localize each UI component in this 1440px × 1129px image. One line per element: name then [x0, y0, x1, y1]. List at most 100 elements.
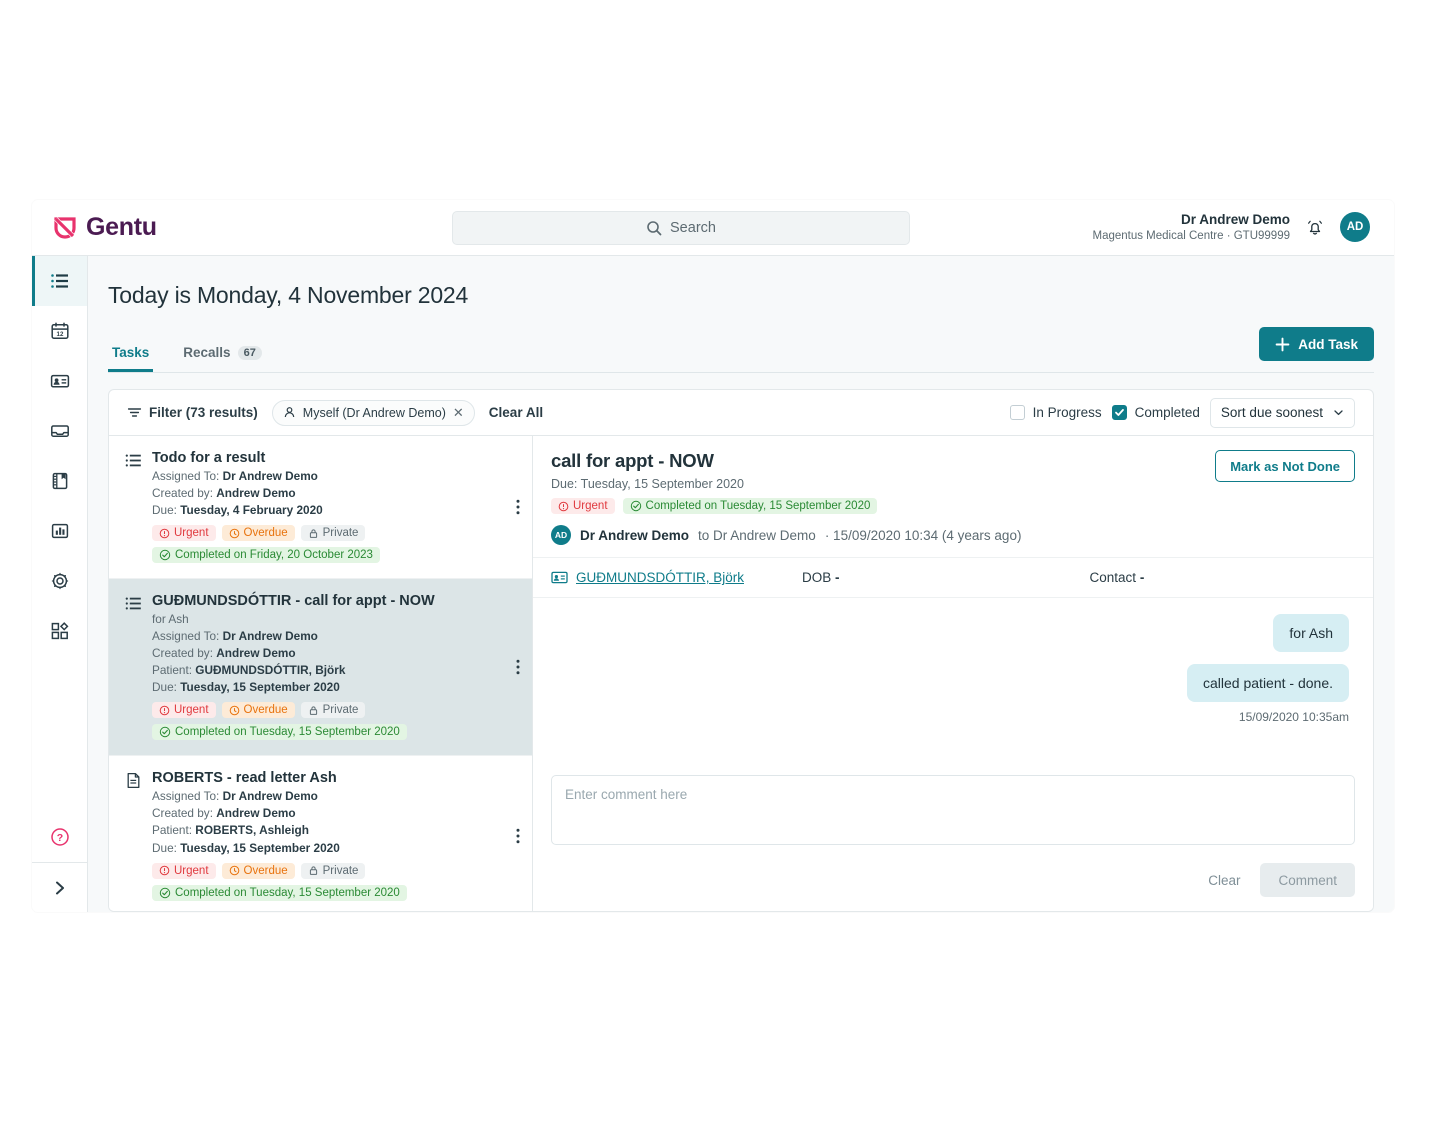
- more-options-icon[interactable]: [516, 499, 520, 515]
- table-row[interactable]: ROBERTS - read letter Ash Assigned To: D…: [109, 756, 532, 911]
- tab-recalls-label: Recalls: [183, 345, 230, 360]
- message-timestamp: 15/09/2020 10:35am: [1239, 710, 1349, 724]
- status-badge-overdue: Overdue: [222, 702, 295, 718]
- badge-label: Completed on Tuesday, 15 September 2020: [175, 887, 400, 899]
- comment-button[interactable]: Comment: [1260, 863, 1355, 897]
- patient-contact-value: -: [1140, 570, 1145, 585]
- sidebar-item-expand[interactable]: [32, 862, 87, 912]
- sidebar-item-inbox[interactable]: [32, 406, 87, 456]
- svg-text:?: ?: [56, 832, 62, 844]
- sidebar-item-settings[interactable]: [32, 556, 87, 606]
- tab-tasks[interactable]: Tasks: [108, 345, 153, 372]
- clear-button[interactable]: Clear: [1202, 865, 1246, 896]
- check-circle-icon: [630, 500, 642, 512]
- tab-recalls[interactable]: Recalls 67: [179, 345, 266, 372]
- patient-link[interactable]: GUÐMUNDSDÓTTIR, Björk: [551, 569, 744, 586]
- page-title: Today is Monday, 4 November 2024: [108, 256, 1374, 309]
- filter-button[interactable]: Filter (73 results): [127, 405, 258, 420]
- comment-input[interactable]: [551, 775, 1355, 845]
- detail-author-line: AD Dr Andrew Demo to Dr Andrew Demo · 15…: [551, 525, 1355, 545]
- status-badge-completed: Completed on Friday, 20 October 2023: [152, 547, 380, 563]
- checkbox-in-progress-label: In Progress: [1033, 405, 1102, 420]
- checkbox-completed-box[interactable]: [1112, 405, 1127, 420]
- task-title: ROBERTS - read letter Ash: [152, 769, 518, 788]
- clear-all-button[interactable]: Clear All: [489, 405, 543, 420]
- task-body: ROBERTS - read letter Ash Assigned To: D…: [152, 769, 518, 903]
- add-task-button[interactable]: Add Task: [1259, 327, 1374, 361]
- checkbox-completed[interactable]: Completed: [1112, 405, 1200, 420]
- sidebar-item-help[interactable]: ?: [32, 812, 87, 862]
- add-task-label: Add Task: [1298, 337, 1358, 352]
- status-badge-urgent: Urgent: [152, 863, 216, 879]
- table-row[interactable]: Todo for a result Assigned To: Dr Andrew…: [109, 436, 532, 579]
- task-list-icon: [125, 592, 142, 743]
- task-patient-value: ROBERTS, Ashleigh: [195, 823, 309, 837]
- task-assigned: Assigned To: Dr Andrew Demo: [152, 468, 518, 485]
- rail-spacer: [32, 656, 87, 812]
- close-icon[interactable]: ✕: [453, 405, 464, 421]
- task-created-label: Created by:: [152, 646, 213, 660]
- sidebar-item-reports[interactable]: [32, 506, 87, 556]
- clock-icon: [229, 865, 240, 876]
- mark-as-not-done-button[interactable]: Mark as Not Done: [1215, 450, 1355, 482]
- badge-label: Urgent: [174, 527, 209, 539]
- plus-icon: [1275, 337, 1290, 352]
- status-badge-private: Private: [301, 702, 366, 718]
- filter-chip-label: Myself (Dr Andrew Demo): [303, 406, 446, 420]
- table-row[interactable]: GUÐMUNDSDÓTTIR - call for appt - NOW for…: [109, 579, 532, 756]
- badge-label: Private: [323, 704, 359, 716]
- badge-label: Urgent: [174, 704, 209, 716]
- task-body: Todo for a result Assigned To: Dr Andrew…: [152, 449, 518, 566]
- filter-right-group: In Progress Completed Sort due soones: [1010, 398, 1355, 428]
- lock-icon: [308, 865, 319, 876]
- sort-select-value: Sort due soonest: [1221, 405, 1323, 420]
- search-input[interactable]: Search: [452, 211, 910, 245]
- sidebar-item-tasks[interactable]: [32, 256, 87, 306]
- badge-label: Overdue: [244, 527, 288, 539]
- filter-chip-myself[interactable]: Myself (Dr Andrew Demo) ✕: [272, 400, 475, 426]
- gear-icon: [50, 571, 70, 591]
- task-assigned: Assigned To: Dr Andrew Demo: [152, 628, 518, 645]
- sort-select[interactable]: Sort due soonest: [1210, 398, 1355, 428]
- check-circle-icon: [159, 887, 171, 899]
- account-info[interactable]: Dr Andrew Demo Magentus Medical Centre ·…: [1092, 211, 1290, 245]
- gentu-logo-icon: [54, 217, 76, 239]
- task-assigned-label: Assigned To:: [152, 629, 219, 643]
- task-created: Created by: Andrew Demo: [152, 485, 518, 502]
- clock-icon: [229, 705, 240, 716]
- list-item: called patient - done.: [1187, 664, 1349, 702]
- checkbox-in-progress-box[interactable]: [1010, 405, 1025, 420]
- task-created: Created by: Andrew Demo: [152, 645, 518, 662]
- task-assigned-label: Assigned To:: [152, 789, 219, 803]
- task-list[interactable]: Todo for a result Assigned To: Dr Andrew…: [109, 436, 533, 911]
- status-badge-urgent: Urgent: [551, 498, 615, 514]
- alert-circle-icon: [159, 705, 170, 716]
- task-patient-label: Patient:: [152, 823, 192, 837]
- check-circle-icon: [159, 549, 171, 561]
- patient-dob-value: -: [835, 570, 840, 585]
- bar-chart-icon: [50, 521, 70, 541]
- help-circle-icon: ?: [49, 826, 71, 848]
- sidebar-item-patients[interactable]: [32, 356, 87, 406]
- task-list-icon: [125, 449, 142, 566]
- avatar[interactable]: AD: [1340, 212, 1370, 242]
- check-circle-icon: [159, 726, 171, 738]
- more-options-icon[interactable]: [516, 659, 520, 675]
- avatar: AD: [551, 525, 571, 545]
- patient-name: GUÐMUNDSDÓTTIR, Björk: [576, 570, 744, 585]
- sidebar-item-clinical-notes[interactable]: [32, 456, 87, 506]
- badge-label: Overdue: [244, 865, 288, 877]
- sidebar-item-appointments[interactable]: 12: [32, 306, 87, 356]
- search-container: Search: [452, 211, 910, 245]
- patient-dob-label: DOB: [802, 570, 831, 585]
- tasks-panel: Filter (73 results) Myself (Dr Andrew De…: [108, 389, 1374, 912]
- lock-icon: [308, 705, 319, 716]
- more-options-icon[interactable]: [516, 828, 520, 844]
- checkbox-in-progress[interactable]: In Progress: [1010, 405, 1102, 420]
- sidebar-item-apps[interactable]: [32, 606, 87, 656]
- bell-icon[interactable]: [1304, 216, 1326, 238]
- app-window: Gentu Search Dr Andrew Demo Magentus Med…: [32, 200, 1394, 912]
- contact-card-icon: [551, 569, 568, 586]
- brand[interactable]: Gentu: [32, 213, 452, 242]
- patient-bar: GUÐMUNDSDÓTTIR, Björk DOB - Contact -: [533, 558, 1373, 598]
